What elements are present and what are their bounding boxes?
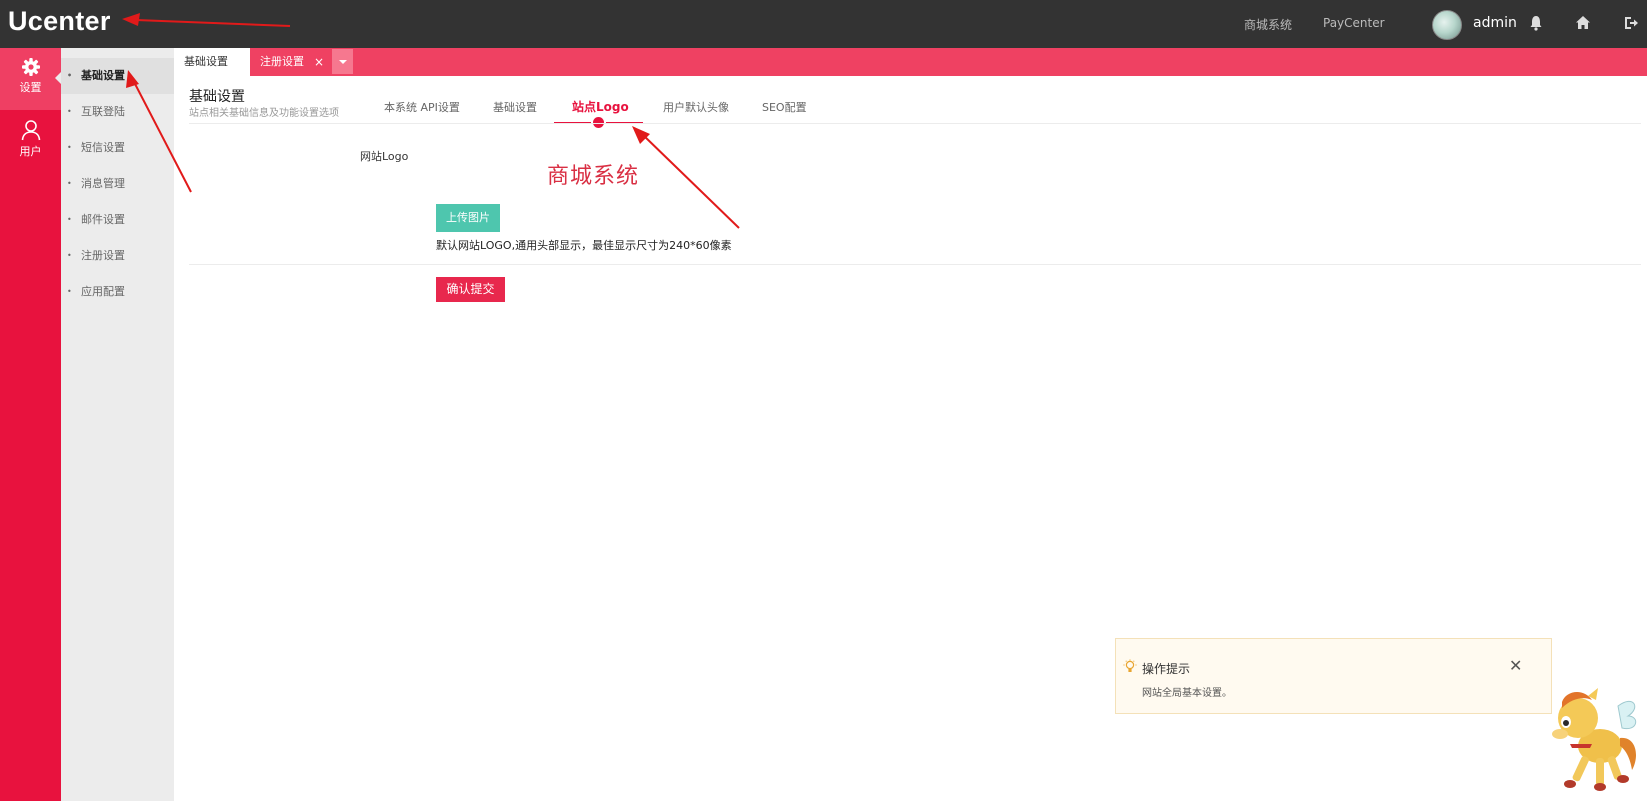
- page-subtitle: 站点相关基础信息及功能设置选项: [189, 108, 339, 119]
- tab-site-logo[interactable]: 站点Logo: [572, 98, 629, 115]
- tab-dropdown-button[interactable]: [332, 49, 353, 74]
- tabs-divider: [189, 123, 1641, 124]
- close-icon[interactable]: ✕: [1509, 656, 1522, 675]
- sidebar-item-label: 用户: [19, 145, 42, 158]
- tab-label: 注册设置: [260, 55, 304, 68]
- sidebar-item-label: 设置: [19, 81, 42, 94]
- logo-field-label: 网站Logo: [360, 150, 409, 163]
- sidebar-item-users[interactable]: 用户: [0, 110, 61, 172]
- annotation-arrow-subnav: [126, 70, 192, 193]
- subnav-item-app-config[interactable]: 应用配置: [61, 274, 174, 310]
- tab-register-settings[interactable]: 注册设置 ×: [250, 48, 332, 76]
- page-title: 基础设置: [189, 89, 245, 105]
- sidebar-item-settings[interactable]: 设置: [0, 48, 61, 110]
- pony-mascot: [1552, 688, 1637, 791]
- gear-icon: [21, 58, 40, 76]
- subnav-item-register-settings[interactable]: 注册设置: [61, 238, 174, 274]
- app-title[interactable]: Ucenter: [8, 6, 111, 37]
- subnav-item-email-settings[interactable]: 邮件设置: [61, 202, 174, 238]
- user-icon: [21, 120, 40, 141]
- tip-body: 网站全局基本设置。: [1142, 688, 1232, 699]
- tab-bar: 基础设置 注册设置 ×: [174, 48, 1647, 76]
- topnav-link-mall[interactable]: 商城系统: [1244, 16, 1292, 33]
- primary-sidebar: 设置 用户: [0, 48, 61, 801]
- tab-basic[interactable]: 基础设置: [493, 99, 537, 115]
- tab-seo[interactable]: SEO配置: [762, 99, 807, 115]
- tab-default-avatar[interactable]: 用户默认头像: [663, 99, 729, 115]
- annotation-arrow-title: [122, 13, 291, 27]
- tab-label: 基础设置: [184, 55, 228, 68]
- tab-api-settings[interactable]: 本系统 API设置: [384, 99, 460, 115]
- user-name[interactable]: admin: [1473, 15, 1517, 31]
- submit-button[interactable]: 确认提交: [436, 277, 505, 302]
- topnav-link-paycenter[interactable]: PayCenter: [1323, 16, 1385, 30]
- avatar[interactable]: [1432, 10, 1462, 40]
- logout-icon[interactable]: [1622, 14, 1640, 32]
- logo-help-text: 默认网站LOGO,通用头部显示，最佳显示尺寸为240*60像素: [436, 239, 732, 252]
- operation-tip: 操作提示 网站全局基本设置。 ✕: [1115, 638, 1552, 714]
- upload-image-button[interactable]: 上传图片: [436, 204, 500, 232]
- logo-preview-text: 商城系统: [547, 164, 640, 189]
- annotation-arrow-logo-tab: [632, 126, 740, 229]
- home-icon[interactable]: [1574, 14, 1592, 32]
- close-icon[interactable]: ×: [314, 48, 324, 76]
- bell-icon[interactable]: [1528, 14, 1546, 32]
- form-divider: [189, 264, 1641, 265]
- lightbulb-icon: [1123, 659, 1137, 679]
- tip-title: 操作提示: [1142, 662, 1191, 676]
